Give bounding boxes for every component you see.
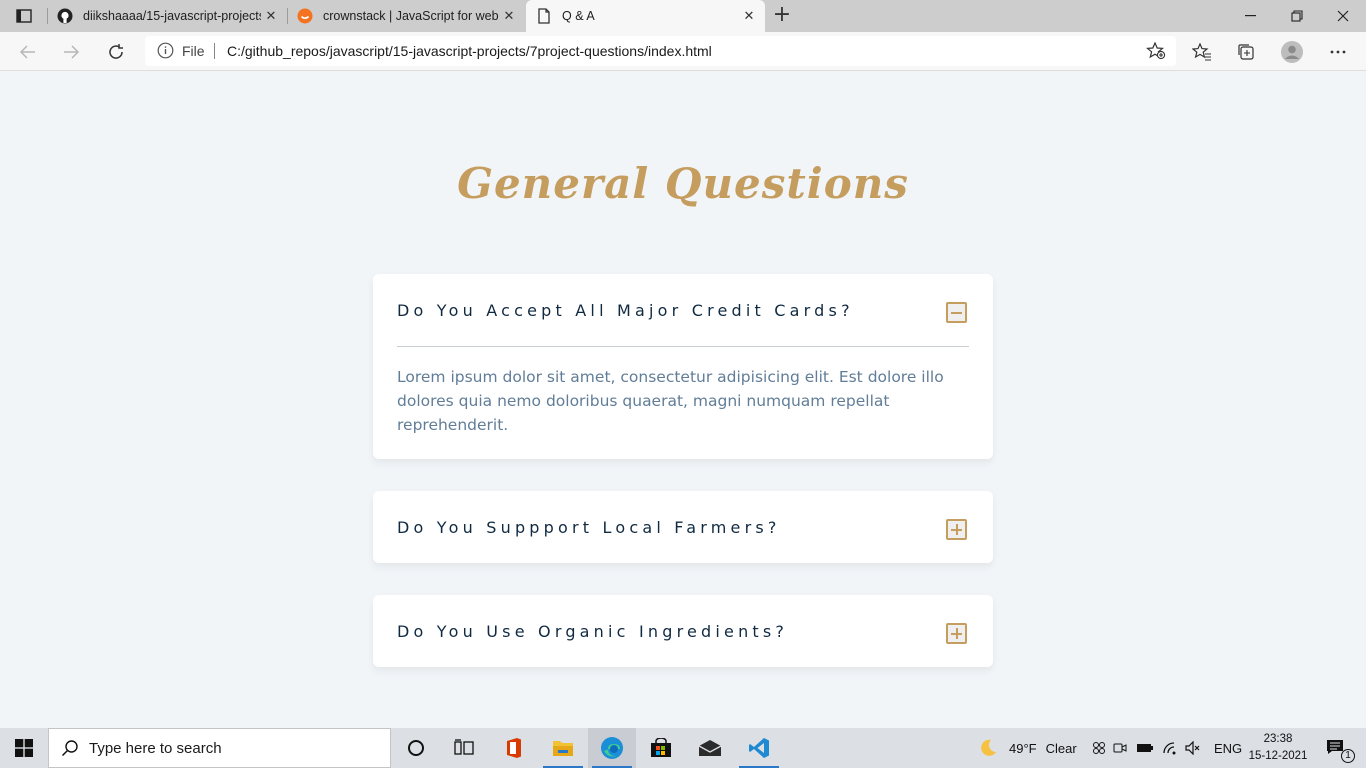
start-button[interactable] [0,728,48,768]
clock-date: 15-12-2021 [1248,750,1308,762]
restore-button[interactable] [1274,0,1320,32]
close-window-button[interactable] [1320,0,1366,32]
weather-condition: Clear [1045,740,1077,756]
url-text[interactable]: C:/github_repos/javascript/15-javascript… [227,43,712,59]
mail-icon[interactable] [686,728,734,768]
question-header: Do You Suppport Local Farmers? [373,491,993,563]
battery-icon[interactable] [1132,742,1158,754]
tab-title: crownstack | JavaScript for web develope… [323,9,499,23]
minimize-button[interactable] [1228,0,1274,32]
question-title: Do You Use Organic Ingredients? [397,621,789,641]
back-button[interactable] [16,40,40,64]
input-language[interactable]: ENG [1214,741,1242,756]
volume-muted-icon[interactable] [1182,741,1204,755]
tab-title: diikshaaaa/15-javascript-projects [83,9,261,23]
page-icon [536,8,552,24]
question-header: Do You Use Organic Ingredients? [373,595,993,667]
question-card: Do You Use Organic Ingredients? [373,595,993,667]
profile-avatar[interactable] [1280,40,1304,64]
favorites-icon[interactable] [1190,40,1214,64]
add-favorite-icon[interactable] [1145,41,1166,64]
question-header: Do You Accept All Major Credit Cards? [373,274,993,346]
store-icon[interactable] [637,728,685,768]
question-card: Do You Suppport Local Farmers? [373,491,993,563]
collapse-question-button[interactable] [946,302,967,323]
search-placeholder: Type here to search [89,739,222,757]
question-answer: Lorem ipsum dolor sit amet, consectetur … [397,368,944,434]
expand-question-button[interactable] [946,519,967,540]
refresh-button[interactable] [104,40,128,64]
info-icon[interactable] [157,42,174,63]
office-icon[interactable] [490,728,538,768]
collections-icon[interactable] [1234,40,1258,64]
more-options-icon[interactable] [1326,40,1350,64]
question-title: Do You Suppport Local Farmers? [397,517,781,537]
cortana-icon[interactable] [392,728,440,768]
file-explorer-icon[interactable] [539,728,587,768]
search-icon [61,739,79,757]
taskbar-search-box[interactable]: Type here to search [48,728,391,768]
moon-icon [981,739,996,756]
notification-center-icon[interactable]: 1 [1318,728,1355,768]
system-clock[interactable]: 23:38 15-12-2021 [1248,731,1308,765]
network-sharing-icon[interactable] [1090,741,1108,755]
browser-toolbar: File C:/github_repos/javascript/15-javas… [0,32,1366,71]
tab-actions-icon[interactable] [12,7,36,25]
page-title: General Questions [457,159,909,208]
meet-now-icon[interactable] [1108,741,1132,755]
address-bar[interactable]: File C:/github_repos/javascript/15-javas… [145,36,1176,66]
tab-close-icon[interactable]: ✕ [499,9,519,24]
tab-github[interactable]: diikshaaaa/15-javascript-projects ✕ [47,0,287,32]
forward-button[interactable] [59,40,83,64]
expand-question-button[interactable] [946,623,967,644]
new-tab-button[interactable]: + [770,4,794,28]
edge-icon[interactable] [588,728,636,768]
question-title: Do You Accept All Major Credit Cards? [397,300,854,320]
page-content: General Questions Do You Accept All Majo… [0,71,1366,728]
browser-tab-strip: diikshaaaa/15-javascript-projects ✕ crow… [0,0,1366,32]
wifi-icon[interactable] [1158,741,1182,755]
question-card: Do You Accept All Major Credit Cards? Lo… [373,274,993,459]
task-view-icon[interactable] [440,728,488,768]
github-icon [57,8,73,24]
minus-icon [951,311,962,314]
weather-widget[interactable]: 49°F Clear [978,728,1077,768]
tab-title: Q & A [562,9,595,23]
tab-close-icon[interactable]: ✕ [739,9,759,24]
crownstack-icon [297,8,313,24]
windows-icon [15,739,33,757]
clock-time: 23:38 [1263,733,1293,745]
tab-close-icon[interactable]: ✕ [261,9,281,24]
system-tray: ENG [1090,728,1242,768]
tab-crownstack[interactable]: crownstack | JavaScript for web develope… [287,0,525,32]
vscode-icon[interactable] [735,728,783,768]
address-divider [214,43,215,59]
weather-temperature: 49°F [1009,740,1037,756]
notification-count-badge: 1 [1341,749,1355,763]
scheme-label: File [182,43,205,59]
taskbar: Type here to search 49°F Clear ENG 23:38… [0,728,1366,768]
tab-qa[interactable]: Q & A ✕ [526,0,765,32]
